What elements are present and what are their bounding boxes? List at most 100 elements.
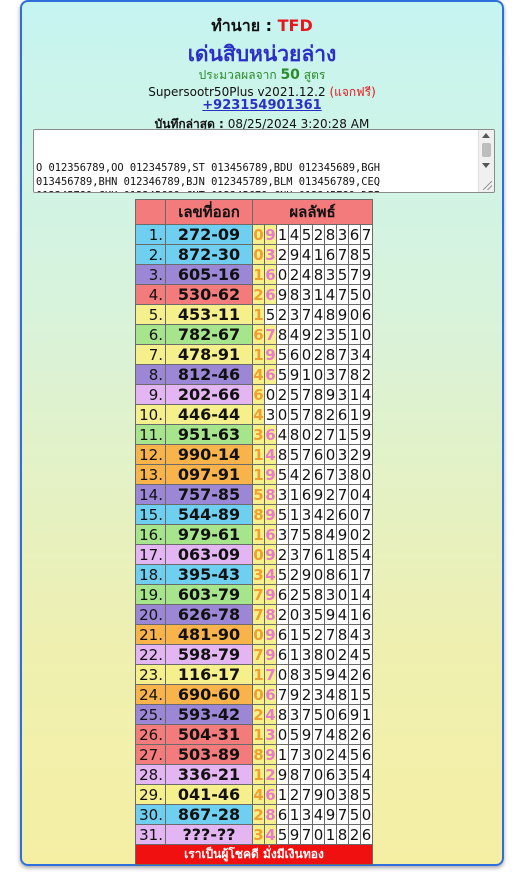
row-result: 530-62: [165, 284, 253, 305]
results-table: เลขที่ออก ผลลัพธ์ 1. 272-09 0 9 1 4 5 2 8 3 6 7 2. 87…: [135, 199, 373, 865]
row-digit: 2: [324, 504, 337, 525]
row-digit: 6: [264, 284, 277, 305]
row-digit: 4: [264, 564, 277, 585]
row-digit: 0: [276, 264, 289, 285]
row-digit: 3: [276, 484, 289, 505]
row-digit: 5: [288, 724, 301, 745]
row-digit: 1: [348, 604, 361, 625]
predictor-prefix: ทำนาย :: [211, 16, 273, 35]
row-digit: 1: [252, 264, 265, 285]
row-digit: 4: [252, 784, 265, 805]
row-digit: 2: [324, 744, 337, 765]
row-digit: 2: [252, 704, 265, 725]
row-index: 10.: [135, 404, 166, 425]
row-digit: 6: [276, 804, 289, 825]
row-digit: 1: [336, 424, 349, 445]
row-digit: 6: [312, 464, 325, 485]
row-digit: 2: [324, 484, 337, 505]
row-digit: 2: [312, 324, 325, 345]
row-digit: 9: [276, 284, 289, 305]
row-digit: 6: [312, 444, 325, 465]
row-digit: 1: [252, 524, 265, 545]
row-digit: 7: [252, 604, 265, 625]
row-result: 478-91: [165, 344, 253, 365]
row-digit: 1: [288, 484, 301, 505]
row-digit: 0: [300, 424, 313, 445]
row-digit: 8: [288, 764, 301, 785]
row-digit: 0: [252, 544, 265, 565]
row-digit: 6: [264, 524, 277, 545]
row-result: 690-60: [165, 684, 253, 705]
row-digit: 8: [312, 404, 325, 425]
table-row: 26. 504-31 1 3 0 5 9 7 4 8 2 6: [135, 724, 373, 745]
row-digit: 5: [336, 264, 349, 285]
row-digit: 9: [300, 724, 313, 745]
row-digit: 0: [348, 484, 361, 505]
row-digit: 7: [288, 524, 301, 545]
row-index: 7.: [135, 344, 166, 365]
row-digit: 5: [336, 324, 349, 345]
row-digit: 8: [252, 744, 265, 765]
row-digit: 6: [324, 764, 337, 785]
row-digit: 8: [336, 724, 349, 745]
row-result: 116-17: [165, 664, 253, 685]
row-digit: 7: [300, 384, 313, 405]
formula-textarea[interactable]: O 012356789,OO 012345789,ST 013456789,BD…: [33, 129, 495, 193]
scroll-thumb[interactable]: [482, 143, 491, 157]
row-digit: 0: [252, 244, 265, 265]
row-digit: 7: [300, 304, 313, 325]
row-digit: 3: [336, 384, 349, 405]
scroll-up-icon[interactable]: [482, 133, 490, 138]
row-digit: 2: [312, 224, 325, 245]
phone-link[interactable]: +923154901361: [22, 98, 502, 113]
row-result: 626-78: [165, 604, 253, 625]
row-digit: 0: [312, 764, 325, 785]
row-index: 20.: [135, 604, 166, 625]
row-digit: 7: [336, 344, 349, 365]
row-digit: 6: [252, 384, 265, 405]
row-digit: 1: [276, 744, 289, 765]
row-digit: 8: [324, 224, 337, 245]
row-digit: 3: [252, 824, 265, 845]
row-digit: 5: [252, 484, 265, 505]
row-digit: 3: [288, 704, 301, 725]
row-digit: 2: [312, 344, 325, 365]
row-digit: 1: [252, 664, 265, 685]
row-digit: 6: [264, 264, 277, 285]
row-digit: 8: [324, 304, 337, 325]
row-digit: 5: [300, 524, 313, 545]
row-digit: 5: [348, 764, 361, 785]
row-digit: 1: [276, 224, 289, 245]
row-index: 4.: [135, 284, 166, 305]
software-name: Supersootr50Plus v2021.12.2: [148, 85, 326, 99]
table-row: 12. 990-14 1 4 8 5 7 6 0 3 2 9: [135, 444, 373, 465]
row-digit: 6: [312, 544, 325, 565]
header-index: [135, 199, 166, 225]
row-digit: 0: [360, 464, 373, 485]
scroll-down-icon[interactable]: [482, 163, 490, 168]
row-digit: 4: [276, 424, 289, 445]
row-digit: 3: [360, 624, 373, 645]
row-digit: 8: [264, 604, 277, 625]
row-digit: 3: [300, 644, 313, 665]
row-digit: 0: [360, 804, 373, 825]
row-result: 867-28: [165, 804, 253, 825]
processed-prefix: ประมวลผลจาก: [198, 68, 277, 82]
row-digit: 8: [312, 644, 325, 665]
resize-grip-icon[interactable]: [483, 181, 492, 190]
row-digit: 7: [264, 664, 277, 685]
row-digit: 4: [336, 664, 349, 685]
result-card: ทำนาย : TFD เด่นสิบหน่วยล่าง ประมวลผลจาก…: [20, 0, 504, 866]
row-digit: 3: [336, 444, 349, 465]
row-digit: 1: [312, 244, 325, 265]
row-digit: 4: [288, 324, 301, 345]
row-digit: 2: [288, 564, 301, 585]
row-index: 15.: [135, 504, 166, 525]
row-digit: 3: [300, 504, 313, 525]
row-digit: 4: [324, 724, 337, 745]
row-digit: 6: [336, 504, 349, 525]
row-digit: 6: [360, 604, 373, 625]
row-digit: 6: [324, 244, 337, 265]
row-digit: 2: [276, 244, 289, 265]
table-row: 15. 544-89 8 9 5 1 3 4 2 6 0 7: [135, 504, 373, 525]
